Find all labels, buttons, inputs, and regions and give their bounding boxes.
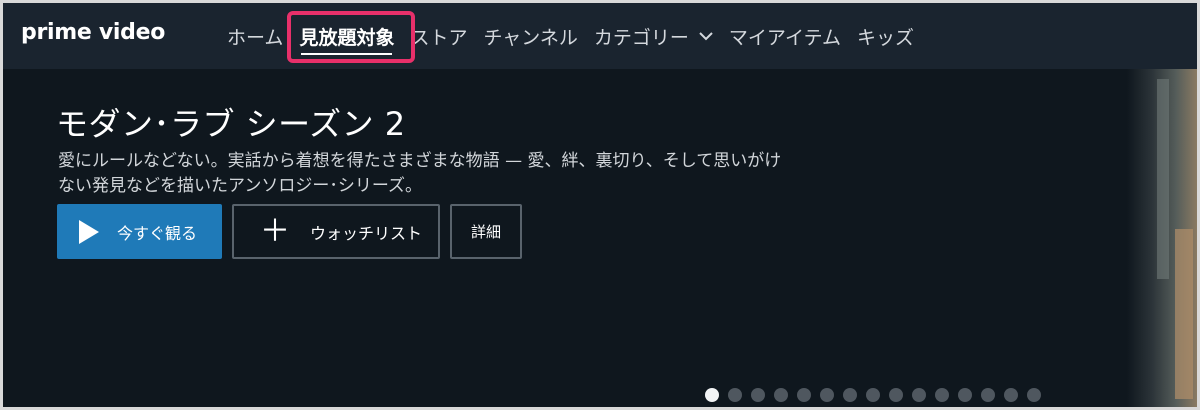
carousel-dot[interactable] xyxy=(981,388,995,402)
hero-title: モダン･ラブ シーズン 2 xyxy=(56,105,406,143)
details-label: 詳細 xyxy=(470,224,501,241)
carousel-dot[interactable] xyxy=(935,388,949,402)
hero-description-line: 愛にルールなどない。実話から着想を得たさまざまな物語 — 愛、絆、裏切り、そして… xyxy=(58,151,782,171)
nav-item-kids[interactable]: キッズ xyxy=(849,3,922,69)
nav-item-categories[interactable]: カテゴリー xyxy=(586,3,721,69)
nav-item-store[interactable]: ストア xyxy=(402,3,475,69)
hero-actions: 今すぐ観る ＋ ウォッチリスト 詳細 xyxy=(57,204,522,259)
hero-banner: モダン･ラブ シーズン 2 愛にルールなどない。実話から着想を得たさまざまな物語… xyxy=(3,69,1197,407)
active-underline xyxy=(301,53,393,55)
nav-item-label: キッズ xyxy=(857,26,915,49)
carousel-dot[interactable] xyxy=(797,388,811,402)
carousel-dot[interactable] xyxy=(751,388,765,402)
details-button[interactable]: 詳細 xyxy=(450,204,522,259)
nav-item-my-items[interactable]: マイアイテム xyxy=(721,3,849,69)
carousel-indicators xyxy=(705,388,1041,402)
watchlist-label: ウォッチリスト xyxy=(310,225,423,243)
carousel-dot[interactable] xyxy=(1027,388,1041,402)
nav-item-channels[interactable]: チャンネル xyxy=(475,3,585,69)
top-navigation: prime video ホーム 見放題対象 ストア チャンネル カテゴリー マイ… xyxy=(3,3,1197,69)
carousel-dot[interactable] xyxy=(774,388,788,402)
chevron-down-icon xyxy=(699,29,713,45)
hero-background-image xyxy=(1127,69,1197,407)
watch-now-label: 今すぐ観る xyxy=(117,225,198,243)
add-to-watchlist-button[interactable]: ＋ ウォッチリスト xyxy=(232,204,440,259)
carousel-dot[interactable] xyxy=(728,388,742,402)
nav-item-label: カテゴリー xyxy=(593,26,689,49)
nav-item-label: マイアイテム xyxy=(728,26,842,49)
play-icon xyxy=(79,219,99,244)
app-window: prime video ホーム 見放題対象 ストア チャンネル カテゴリー マイ… xyxy=(0,0,1200,410)
carousel-dot[interactable] xyxy=(866,388,880,402)
hero-description-line: ない発見などを描いたアンソロジー･シリーズ。 xyxy=(58,176,422,196)
nav-item-included-with-prime[interactable]: 見放題対象 xyxy=(291,3,402,69)
carousel-dot[interactable] xyxy=(958,388,972,402)
carousel-dot[interactable] xyxy=(820,388,834,402)
nav-item-label: チャンネル xyxy=(483,26,578,49)
prime-video-logo[interactable]: prime video xyxy=(21,20,165,45)
carousel-dot[interactable] xyxy=(889,388,903,402)
nav-item-label: 見放題対象 xyxy=(299,26,395,49)
nav-item-home[interactable]: ホーム xyxy=(219,3,291,69)
nav-list: ホーム 見放題対象 ストア チャンネル カテゴリー マイアイテム キッズ xyxy=(219,3,922,69)
carousel-dot[interactable] xyxy=(1004,388,1018,402)
nav-item-label: ホーム xyxy=(227,26,284,49)
carousel-dot[interactable] xyxy=(912,388,926,402)
nav-item-label: ストア xyxy=(410,26,468,49)
hero-description: 愛にルールなどない。実話から着想を得たさまざまな物語 — 愛、絆、裏切り、そして… xyxy=(58,149,818,199)
plus-icon: ＋ xyxy=(260,214,290,248)
carousel-dot[interactable] xyxy=(843,388,857,402)
watch-now-button[interactable]: 今すぐ観る xyxy=(57,204,222,259)
carousel-dot[interactable] xyxy=(705,388,719,402)
